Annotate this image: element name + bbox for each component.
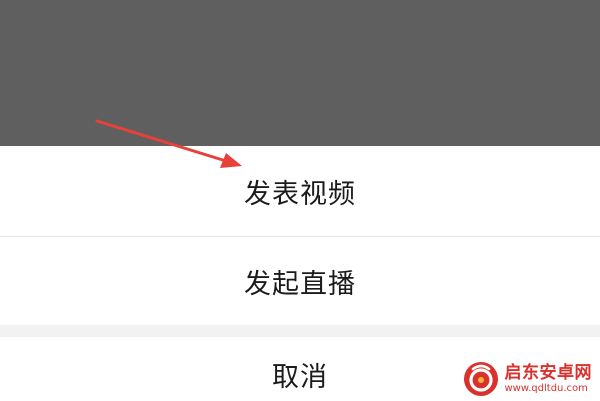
post-video-label: 发表视频 xyxy=(244,178,356,210)
watermark-text: 启东安卓网 www.qdltdu.com xyxy=(504,362,593,394)
section-gap xyxy=(0,325,600,337)
watermark-title: 启东安卓网 xyxy=(504,362,592,383)
post-video-button[interactable]: 发表视频 xyxy=(0,146,600,236)
watermark-logo-icon xyxy=(463,362,498,396)
screen: 发表视频 发起直播 取消 启东安卓网 www.qdltdu.com xyxy=(0,0,600,401)
watermark-url: www.qdltdu.com xyxy=(504,382,588,394)
start-live-label: 发起直播 xyxy=(244,268,356,300)
dim-overlay[interactable] xyxy=(0,0,600,146)
cancel-label: 取消 xyxy=(272,361,328,393)
watermark: 启东安卓网 www.qdltdu.com xyxy=(463,361,593,397)
start-live-button[interactable]: 发起直播 xyxy=(0,237,600,325)
